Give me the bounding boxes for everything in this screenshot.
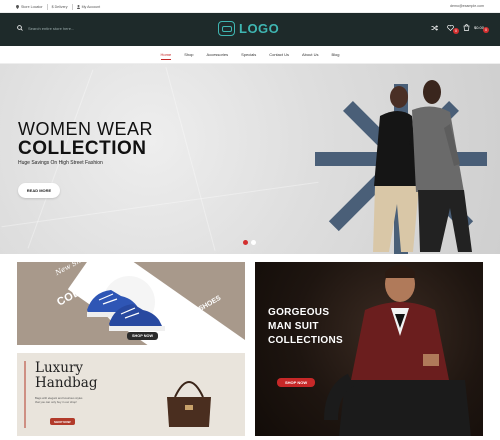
man-suit-banner[interactable]: GORGEOUS MAN SUIT COLLECTIONS SHOP NOW	[255, 262, 483, 436]
search-bar[interactable]	[17, 25, 118, 31]
search-input[interactable]	[28, 25, 118, 31]
handbag-banner[interactable]: Luxury Handbag Bags with elegant and lux…	[17, 353, 245, 436]
divider	[46, 4, 48, 10]
store-locator-link[interactable]: Store Locator	[16, 5, 43, 9]
wishlist-button[interactable]: 0	[447, 24, 459, 34]
handbag-shop-now-button[interactable]: SHOP NOW	[50, 418, 75, 425]
divider	[71, 4, 73, 10]
slider-pagination	[243, 240, 256, 245]
hero-title-line2: COLLECTION	[18, 138, 147, 159]
cart-button[interactable]: 0 $0.00	[463, 24, 489, 33]
suit-banner-title: GORGEOUS MAN SUIT COLLECTIONS	[268, 306, 343, 348]
main-header: LOGO 0 0 $0.00	[0, 13, 500, 46]
shuffle-icon	[431, 24, 438, 31]
header-actions: 0 0 $0.00	[431, 24, 489, 34]
user-icon	[76, 5, 80, 9]
delivery-label: $ Delivery	[51, 5, 68, 9]
nav-item-blog[interactable]: Blog	[331, 50, 339, 59]
handbag-title-line2: Handbag	[35, 375, 98, 391]
top-utility-bar: Store Locator $ Delivery My Account demo…	[0, 0, 500, 13]
nav-item-home[interactable]: Home	[160, 50, 172, 60]
suit-banner-line1: GORGEOUS	[268, 307, 330, 318]
topbar-links: Store Locator $ Delivery My Account	[16, 4, 100, 10]
shuffle-compare-button[interactable]	[431, 24, 438, 31]
handbag-banner-title: Luxury Handbag	[35, 361, 98, 391]
logo-text: LOGO	[239, 21, 280, 36]
hero-title: WOMEN WEAR COLLECTION	[18, 119, 153, 159]
nav-item-about-us[interactable]: About Us	[302, 50, 318, 59]
main-navigation: Home Shop Accessories Specials Contact U…	[0, 46, 500, 64]
delivery-link[interactable]: $ Delivery	[52, 5, 68, 9]
slider-dot-2[interactable]	[251, 240, 256, 245]
cart-bag-icon	[463, 24, 470, 31]
logo-mark-icon	[218, 21, 235, 36]
shoes-shop-now-button[interactable]: SHOP NOW	[127, 332, 159, 340]
shoes-collection-banner[interactable]: New Shoes COLLECTION SPORT SHOES SHOP NO…	[17, 262, 245, 345]
hero-title-line1: WOMEN WEAR	[18, 119, 153, 139]
suit-shop-now-button[interactable]: SHOP NOW	[277, 378, 316, 387]
hero-subtitle: Huge Savings On High Street Fashion	[18, 160, 103, 166]
hero-slider[interactable]: WOMEN WEAR COLLECTION Huge Savings On Hi…	[0, 64, 500, 254]
slider-dot-1[interactable]	[243, 240, 248, 245]
nav-item-shop[interactable]: Shop	[184, 50, 193, 59]
nav-item-contact-us[interactable]: Contact Us	[269, 50, 289, 59]
nav-item-specials[interactable]: Specials	[241, 50, 256, 59]
location-pin-icon	[16, 5, 19, 9]
handbag-title-line1: Luxury	[35, 360, 84, 376]
suit-banner-line2: MAN SUIT	[268, 321, 319, 332]
man-suit-image	[324, 265, 471, 436]
topbar-email[interactable]: demo@example.com	[450, 4, 484, 8]
nav-item-accessories[interactable]: Accessories	[207, 50, 229, 59]
suit-banner-line3: COLLECTIONS	[268, 335, 343, 346]
site-logo[interactable]: LOGO	[218, 21, 279, 36]
search-icon[interactable]	[17, 25, 23, 31]
cart-count-badge: 0	[483, 27, 489, 33]
wishlist-count-badge: 0	[452, 27, 459, 34]
store-locator-label: Store Locator	[21, 5, 43, 9]
hero-models-image	[315, 80, 487, 254]
read-more-button[interactable]: READ MORE	[18, 183, 60, 198]
my-account-label: My Account	[81, 5, 101, 9]
handbag-banner-description: Bags with elegant and luxurious styles t…	[35, 396, 83, 404]
my-account-link[interactable]: My Account	[76, 5, 101, 9]
